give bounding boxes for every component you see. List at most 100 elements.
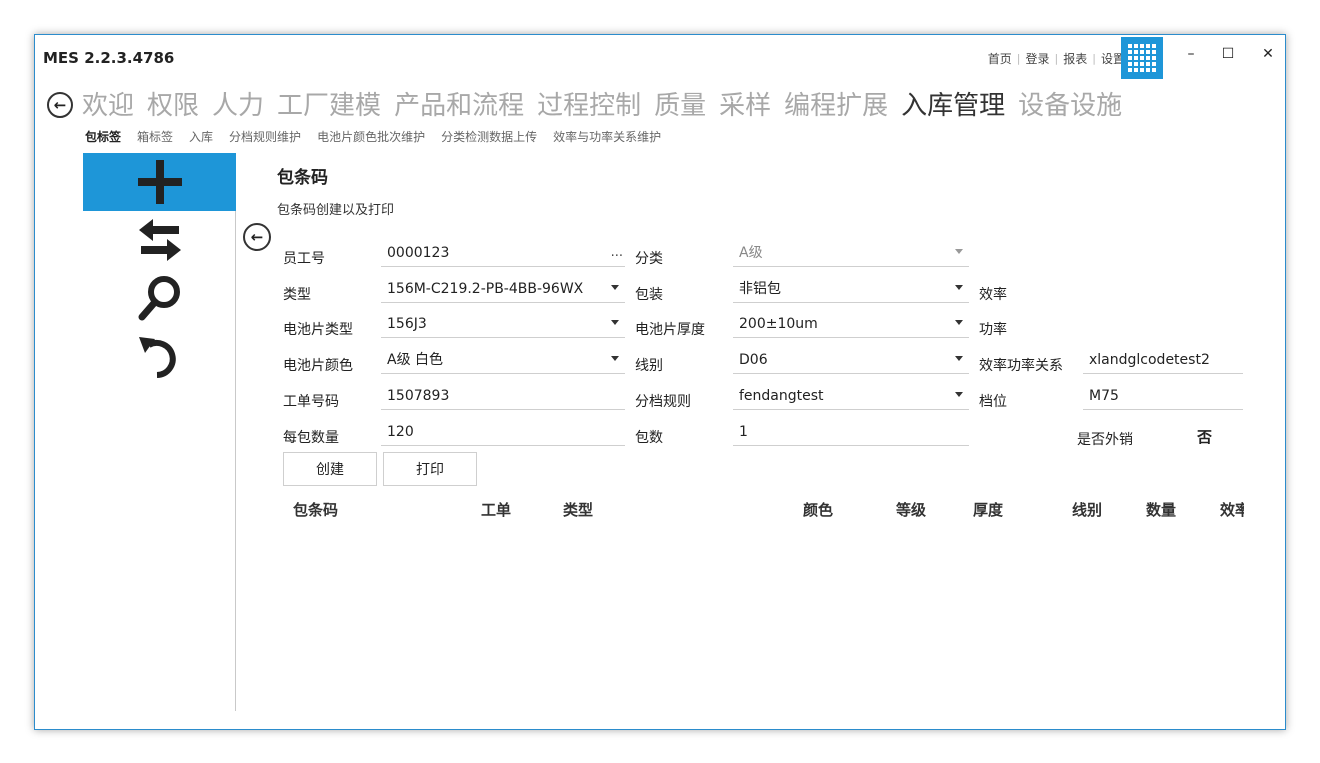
grid-icon <box>1128 44 1156 72</box>
search-icon <box>138 276 180 321</box>
col-type: 类型 <box>563 501 594 519</box>
tab-pack-label[interactable]: 包标签 <box>85 128 121 145</box>
packaging-label: 包装 <box>635 287 663 303</box>
sidebar-divider <box>235 211 236 711</box>
nav-item-factory-modeling[interactable]: 工厂建模 <box>277 85 381 122</box>
col-line: 线别 <box>1072 501 1103 519</box>
tab-efficiency-power[interactable]: 效率与功率关系维护 <box>553 128 661 145</box>
employee-no-field[interactable]: 0000123 ... <box>381 241 625 267</box>
grade-label: 档位 <box>979 394 1007 410</box>
link-separator: | <box>1016 52 1021 65</box>
nav-item-warehouse[interactable]: 入库管理 <box>901 85 1005 122</box>
cell-color-label: 电池片颜色 <box>283 358 353 374</box>
sub-nav: 包标签 箱标签 入库 分档规则维护 电池片颜色批次维护 分类检测数据上传 效率与… <box>85 128 677 145</box>
add-button[interactable] <box>83 153 236 211</box>
line-label: 线别 <box>635 358 663 374</box>
col-work-order: 工单 <box>481 501 512 519</box>
work-order-field[interactable]: 1507893 <box>381 384 625 410</box>
top-links: 首页 | 登录 | 报表 | 设置 <box>988 50 1125 67</box>
cell-type-select[interactable]: 156J3 <box>381 312 625 338</box>
power-label: 功率 <box>979 322 1007 338</box>
maximize-icon: ☐ <box>1221 46 1235 62</box>
print-button[interactable]: 打印 <box>383 452 477 486</box>
chevron-down-icon <box>611 356 619 361</box>
col-efficiency: 效率 <box>1220 501 1244 519</box>
create-button[interactable]: 创建 <box>283 452 377 486</box>
link-separator: | <box>1092 52 1096 65</box>
cell-color-select[interactable]: A级 白色 <box>381 348 625 374</box>
tab-grading-rules[interactable]: 分档规则维护 <box>229 128 301 145</box>
col-pack-barcode: 包条码 <box>293 501 339 519</box>
action-sidebar <box>83 153 236 713</box>
more-icon[interactable]: ... <box>611 241 623 265</box>
chevron-down-icon <box>611 320 619 325</box>
transfer-button[interactable] <box>83 211 236 269</box>
plus-icon <box>137 160 182 204</box>
cell-type-label: 电池片类型 <box>283 322 353 338</box>
chevron-down-icon <box>955 285 963 290</box>
nav-item-hr[interactable]: 人力 <box>212 85 264 122</box>
eff-power-relation-field[interactable]: xlandglcodetest2 <box>1083 348 1243 374</box>
nav-item-programming[interactable]: 编程扩展 <box>784 85 888 122</box>
link-separator: | <box>1054 52 1059 65</box>
line-select[interactable]: D06 <box>733 348 969 374</box>
nav-item-process-control[interactable]: 过程控制 <box>537 85 641 122</box>
maximize-button[interactable]: ☐ <box>1213 41 1243 67</box>
col-thickness: 厚度 <box>973 501 1004 519</box>
tab-classification-upload[interactable]: 分类检测数据上传 <box>441 128 537 145</box>
grade-field[interactable]: M75 <box>1083 384 1243 410</box>
login-link[interactable]: 登录 <box>1026 50 1050 67</box>
packaging-select[interactable]: 非铝包 <box>733 277 969 303</box>
apps-grid-button[interactable] <box>1121 37 1163 79</box>
nav-item-equipment[interactable]: 设备设施 <box>1018 85 1122 122</box>
section-subtitle: 包条码创建以及打印 <box>277 203 395 218</box>
category-select[interactable]: A级 <box>733 241 969 267</box>
nav-item-welcome[interactable]: 欢迎 <box>82 85 134 122</box>
home-link[interactable]: 首页 <box>988 50 1012 67</box>
col-color: 颜色 <box>803 501 834 519</box>
undo-icon <box>138 337 176 378</box>
type-select[interactable]: 156M-C219.2-PB-4BB-96WX <box>381 277 625 303</box>
minimize-button[interactable]: – <box>1176 41 1206 67</box>
cell-thickness-select[interactable]: 200±10um <box>733 312 969 338</box>
swap-arrows-icon <box>138 219 181 261</box>
app-window: MES 2.2.3.4786 首页 | 登录 | 报表 | 设置 – ☐ ✕ ←… <box>34 34 1286 730</box>
nav-item-quality[interactable]: 质量 <box>654 85 706 122</box>
category-label: 分类 <box>635 251 663 267</box>
type-label: 类型 <box>283 287 311 303</box>
nav-item-product-process[interactable]: 产品和流程 <box>394 85 524 122</box>
employee-no-label: 员工号 <box>283 251 325 267</box>
title-bar: MES 2.2.3.4786 首页 | 登录 | 报表 | 设置 – ☐ ✕ <box>35 35 1285 81</box>
chevron-down-icon <box>955 356 963 361</box>
close-button[interactable]: ✕ <box>1253 41 1283 67</box>
app-title: MES 2.2.3.4786 <box>43 49 175 67</box>
tab-cell-color-batch[interactable]: 电池片颜色批次维护 <box>317 128 425 145</box>
export-toggle[interactable]: 否 <box>1197 426 1212 447</box>
nav-back-button[interactable]: ← <box>47 92 73 118</box>
chevron-down-icon <box>611 285 619 290</box>
export-label: 是否外销 <box>1077 432 1133 448</box>
minimize-icon: – <box>1187 46 1195 62</box>
report-link[interactable]: 报表 <box>1063 50 1087 67</box>
pack-count-label: 包数 <box>635 430 663 446</box>
nav-item-sampling[interactable]: 采样 <box>719 85 771 122</box>
undo-button[interactable] <box>83 327 236 385</box>
search-button[interactable] <box>83 269 236 327</box>
tab-box-label[interactable]: 箱标签 <box>137 128 173 145</box>
qty-per-pack-field[interactable]: 120 <box>381 420 625 446</box>
nav-item-permissions[interactable]: 权限 <box>147 85 199 122</box>
back-arrow-icon: ← <box>53 96 67 114</box>
chevron-down-icon <box>955 392 963 397</box>
tab-inbound[interactable]: 入库 <box>189 128 213 145</box>
col-quantity: 数量 <box>1146 501 1177 519</box>
chevron-down-icon <box>955 320 963 325</box>
form-back-button[interactable]: ← <box>243 223 271 251</box>
work-order-label: 工单号码 <box>283 394 339 410</box>
grading-rule-select[interactable]: fendangtest <box>733 384 969 410</box>
cell-thickness-label: 电池片厚度 <box>635 322 705 338</box>
back-arrow-icon: ← <box>250 228 264 246</box>
grading-rule-label: 分档规则 <box>635 394 691 410</box>
pack-count-field[interactable]: 1 <box>733 420 969 446</box>
efficiency-label: 效率 <box>979 287 1007 303</box>
eff-power-relation-label: 效率功率关系 <box>979 358 1063 374</box>
